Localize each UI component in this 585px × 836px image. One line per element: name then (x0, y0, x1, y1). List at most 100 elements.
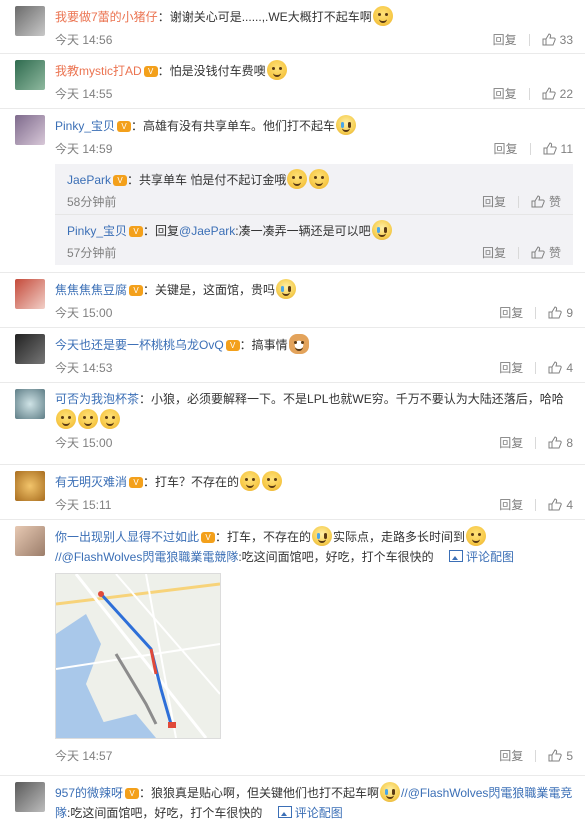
sub-reply-item: JaePark V ：共享单车 怕是付不起订金哦 58分钟前 回复 赞 (55, 164, 573, 215)
vip-badge-icon: V (113, 175, 128, 186)
avatar[interactable] (15, 60, 45, 90)
comment-content-2: 实际点，走路多长时间到 (333, 530, 466, 544)
like-button[interactable]: 4 (548, 492, 573, 518)
reply-button[interactable]: 回复 (499, 300, 523, 326)
cat-emoji-icon (372, 6, 393, 26)
like-count: 22 (559, 87, 573, 101)
avatar[interactable] (15, 6, 45, 36)
cat-emoji-icon (466, 526, 487, 546)
comment-actions: 回复 8 (499, 430, 573, 456)
crying-emoji-icon (380, 782, 401, 802)
comment-content: ：小狼，必须要解释一下。不是LPL也就WE穷。千万不要认为大陆还落后，哈哈 (139, 392, 564, 406)
timestamp: 58分钟前 (67, 195, 117, 209)
comment-item: 今天也还是要一杯桃桃乌龙OvQ V ：搞事情 今天 14:53 回复 4 (0, 328, 585, 383)
reply-button[interactable]: 回复 (482, 190, 506, 214)
vip-badge-icon: V (125, 788, 140, 799)
username-link[interactable]: 有无明灭难消 (55, 475, 127, 489)
avatar[interactable] (15, 782, 45, 812)
vip-badge-icon: V (143, 66, 158, 77)
username-link[interactable]: 今天也还是要一杯桃桃乌龙OvQ (55, 338, 224, 352)
view-picture-link[interactable]: 评论配图 (277, 806, 343, 820)
reply-button[interactable]: 回复 (494, 136, 518, 162)
reply-button[interactable]: 回复 (499, 430, 523, 456)
avatar[interactable] (15, 334, 45, 364)
comment-image-map[interactable] (55, 573, 221, 739)
timestamp: 今天 14:57 (55, 749, 113, 763)
cat-emoji-icon (266, 60, 287, 80)
mention-link[interactable]: //@FlashWolves閃電狼職業電競隊 (55, 550, 238, 564)
thumbs-up-icon (548, 749, 563, 762)
comment-item: 焦焦焦焦豆腐 V ：关键是，这面馆，贵吗 今天 15:00 回复 9 (0, 273, 585, 328)
reply-button[interactable]: 回复 (499, 355, 523, 381)
comment-content-3: :吃这间面馆吧，好吃，打个车很快的 (67, 806, 263, 820)
comment-text: 焦焦焦焦豆腐 V ：关键是，这面馆，贵吗 (55, 279, 573, 300)
like-button[interactable]: 33 (542, 27, 573, 53)
like-button[interactable]: 4 (548, 355, 573, 381)
like-button[interactable]: 赞 (531, 190, 561, 214)
avatar[interactable] (15, 471, 45, 501)
comment-meta: 今天 15:00 回复 8 (55, 430, 573, 456)
vip-badge-icon: V (117, 121, 132, 132)
reply-button[interactable]: 回复 (499, 743, 523, 769)
comment-content: ：搞事情 (239, 338, 288, 352)
avatar[interactable] (15, 389, 45, 419)
comment-text: 今天也还是要一杯桃桃乌龙OvQ V ：搞事情 (55, 334, 573, 355)
praying-emoji-icon (100, 409, 120, 429)
vip-badge-icon: V (225, 340, 240, 351)
divider (528, 34, 530, 46)
username-link[interactable]: Pinky_宝贝 (55, 119, 115, 133)
username-link[interactable]: Pinky_宝贝 (67, 224, 127, 238)
timestamp: 今天 15:00 (55, 436, 113, 450)
like-button[interactable]: 22 (542, 81, 573, 107)
username-link[interactable]: 你一出现别人显得不过如此 (55, 530, 199, 544)
comment-text: 可否为我泡杯茶：小狼，必须要解释一下。不是LPL也就WE穷。千万不要认为大陆还落… (55, 389, 573, 430)
reply-text: Pinky_宝贝 V ：回复@JaePark:凑一凑弄一辆还是可以吧 (67, 220, 561, 241)
username-link[interactable]: 我教mystic打AD (55, 64, 142, 78)
like-button[interactable]: 8 (548, 430, 573, 456)
comment-item: 有无明灭难消 V ：打车？不存在的 今天 15:11 回复 4 (0, 465, 585, 520)
comment-actions: 回复 22 (493, 81, 573, 107)
username-link[interactable]: JaePark (67, 173, 111, 187)
username-link[interactable]: 焦焦焦焦豆腐 (55, 283, 127, 297)
like-count: 8 (566, 436, 573, 450)
avatar[interactable] (15, 115, 45, 145)
like-button[interactable]: 11 (543, 136, 573, 162)
reply-button[interactable]: 回复 (493, 27, 517, 53)
mention-link[interactable]: @JaePark (179, 224, 235, 238)
like-button[interactable]: 9 (548, 300, 573, 326)
like-button[interactable]: 5 (548, 743, 573, 769)
timestamp: 今天 15:11 (55, 498, 112, 512)
doge-emoji-icon (288, 334, 309, 354)
comment-content-3: :吃这间面馆吧，好吃，打个车很快的 (238, 550, 434, 564)
divider (535, 499, 537, 511)
comment-list: 我要做7蕾的小猪仔：谢谢关心可是......,.WE大概打不起车啊 今天 14:… (0, 0, 585, 836)
username-link[interactable]: 我要做7蕾的小猪仔 (55, 10, 158, 24)
picture-icon (277, 806, 292, 818)
comment-text: 我要做7蕾的小猪仔：谢谢关心可是......,.WE大概打不起车啊 (55, 6, 573, 27)
like-count: 4 (566, 361, 573, 375)
reply-button[interactable]: 回复 (482, 241, 506, 265)
avatar[interactable] (15, 526, 45, 556)
view-picture-link[interactable]: 评论配图 (449, 550, 514, 564)
reply-prefix: ：回复 (143, 224, 180, 238)
comment-content: ：打车？不存在的 (143, 475, 240, 489)
crying-emoji-icon (336, 115, 357, 135)
thumbs-up-icon (543, 142, 557, 155)
comment-meta: 今天 14:57 回复 5 (55, 743, 573, 769)
reply-button[interactable]: 回复 (499, 492, 523, 518)
avatar[interactable] (15, 279, 45, 309)
divider (535, 362, 537, 374)
like-count: 11 (560, 142, 573, 156)
praying-emoji-icon (56, 409, 76, 429)
username-link[interactable]: 可否为我泡杯茶 (55, 392, 139, 406)
comment-actions: 回复 4 (499, 492, 573, 518)
comment-content: ：怕是没钱付车费噢 (157, 64, 266, 78)
like-button[interactable]: 赞 (531, 241, 561, 265)
username-link[interactable]: 957的微辣呀 (55, 786, 123, 800)
like-label: 赞 (548, 246, 561, 260)
comment-meta: 今天 14:56 回复 33 (55, 27, 573, 53)
thumbs-up-icon (548, 498, 563, 511)
comment-item: 我教mystic打AD V ：怕是没钱付车费噢 今天 14:55 回复 22 (0, 54, 585, 109)
reply-button[interactable]: 回复 (493, 81, 517, 107)
reply-actions: 回复 赞 (482, 241, 561, 265)
